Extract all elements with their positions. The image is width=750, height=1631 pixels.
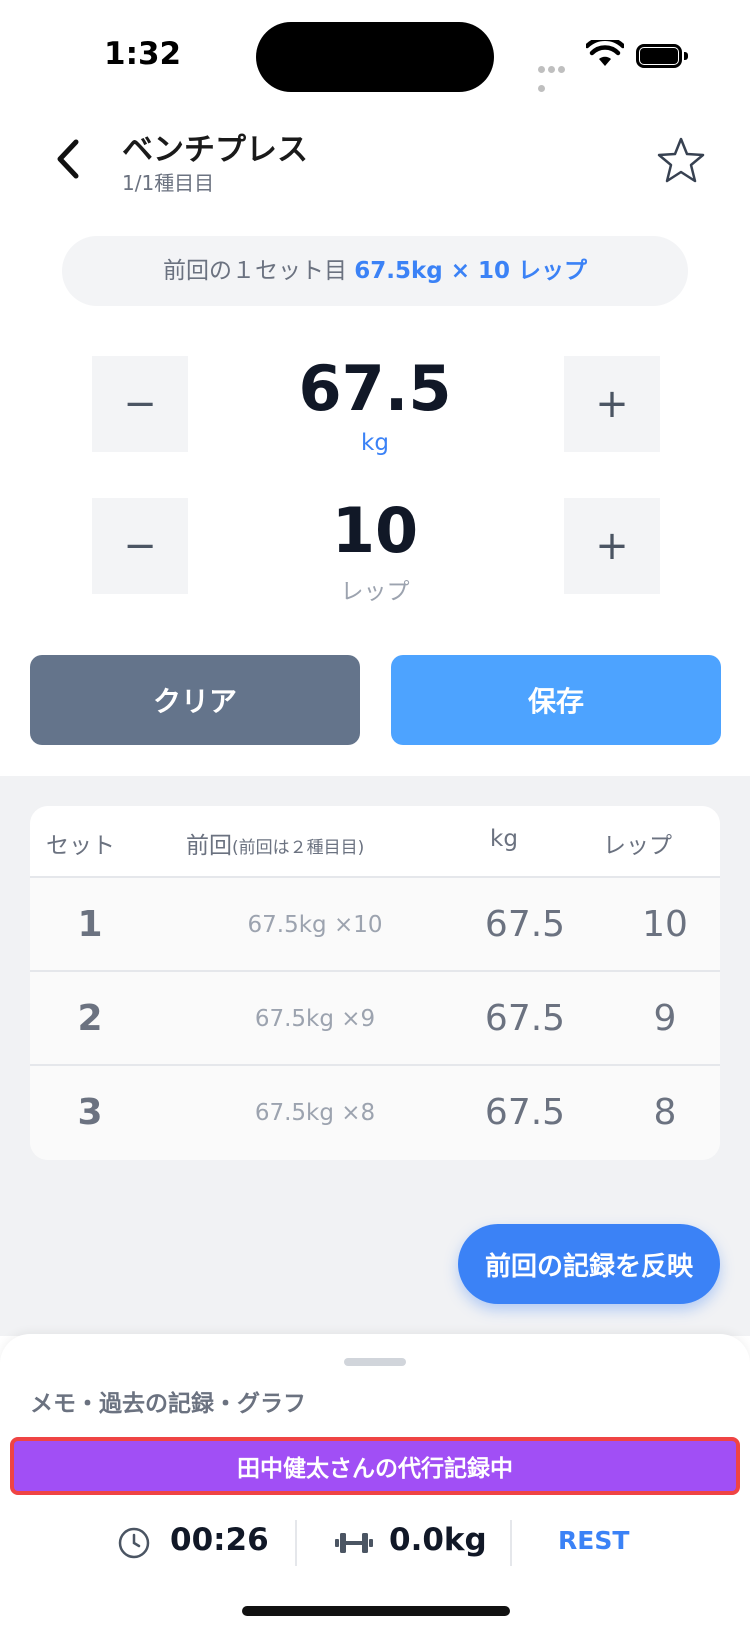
plus-icon: + — [595, 523, 629, 569]
exercise-title: ベンチプレス — [122, 132, 308, 168]
proxy-recording-banner: 田中健太さんの代行記録中 — [10, 1437, 740, 1495]
rest-timer: 00:26 — [170, 1522, 269, 1558]
dumbbell-icon — [335, 1533, 373, 1553]
table-header: セット 前回(前回は２種目目) kg レップ — [30, 806, 720, 878]
weight-increment-button[interactable]: + — [564, 356, 660, 452]
row-previous: 67.5kg ×8 — [254, 1100, 376, 1126]
plus-icon: + — [595, 381, 629, 427]
previous-set-info: 前回の１セット目 67.5kg × 10 レップ — [62, 236, 688, 306]
sheet-title[interactable]: メモ・過去の記録・グラフ — [30, 1384, 306, 1418]
save-button[interactable]: 保存 — [391, 655, 721, 745]
reps-decrement-button[interactable]: − — [92, 498, 188, 594]
table-row[interactable]: 3 67.5kg ×8 67.5 8 — [30, 1066, 720, 1160]
header-previous-note: (前回は２種目目) — [232, 838, 365, 858]
table-row[interactable]: 1 67.5kg ×10 67.5 10 — [30, 878, 720, 972]
previous-set-prefix: 前回の１セット目 — [162, 258, 355, 284]
wifi-icon — [586, 40, 624, 66]
row-set: 1 — [77, 904, 103, 945]
reps-unit: レップ — [340, 579, 410, 605]
apply-previous-button[interactable]: 前回の記録を反映 — [458, 1224, 720, 1304]
minus-icon: − — [123, 523, 157, 569]
home-indicator[interactable] — [242, 1606, 510, 1616]
row-reps: 8 — [653, 1092, 677, 1133]
row-set: 3 — [77, 1092, 103, 1133]
row-kg: 67.5 — [484, 904, 566, 945]
row-reps: 9 — [653, 998, 677, 1039]
reps-value: 10 — [331, 494, 419, 567]
total-weight: 0.0kg — [389, 1522, 487, 1558]
weight-decrement-button[interactable]: − — [92, 356, 188, 452]
weight-unit: kg — [361, 430, 389, 456]
header-previous-label: 前回 — [186, 833, 232, 859]
row-set: 2 — [77, 998, 103, 1039]
divider — [510, 1520, 512, 1566]
status-bar: 1:32 — [0, 0, 750, 112]
sets-table: セット 前回(前回は２種目目) kg レップ 1 67.5kg ×10 67.5… — [30, 806, 720, 1160]
clock-icon — [118, 1527, 150, 1559]
row-reps: 10 — [642, 904, 688, 945]
divider — [295, 1520, 297, 1566]
row-kg: 67.5 — [484, 1092, 566, 1133]
sheet-drag-handle[interactable] — [344, 1358, 406, 1366]
header-previous: 前回(前回は２種目目) — [186, 826, 364, 860]
battery-icon — [636, 44, 688, 68]
row-previous: 67.5kg ×10 — [247, 912, 383, 938]
clear-button[interactable]: クリア — [30, 655, 360, 745]
minus-icon: − — [123, 381, 157, 427]
row-previous: 67.5kg ×9 — [254, 1006, 376, 1032]
table-row[interactable]: 2 67.5kg ×9 67.5 9 — [30, 972, 720, 1066]
row-kg: 67.5 — [484, 998, 566, 1039]
weight-value: 67.5 — [298, 352, 452, 425]
previous-set-value: 67.5kg × 10 レップ — [354, 258, 588, 284]
signal-dots-icon — [538, 58, 576, 92]
status-time: 1:32 — [104, 36, 182, 72]
back-chevron-icon[interactable] — [50, 136, 90, 182]
rest-button[interactable]: REST — [558, 1526, 629, 1555]
exercise-progress: 1/1種目目 — [122, 171, 215, 195]
header-reps: レップ — [603, 833, 672, 859]
dynamic-island — [256, 22, 494, 92]
header-kg: kg — [490, 826, 518, 852]
favorite-star-icon[interactable] — [656, 136, 706, 184]
reps-increment-button[interactable]: + — [564, 498, 660, 594]
header-set: セット — [46, 833, 115, 859]
